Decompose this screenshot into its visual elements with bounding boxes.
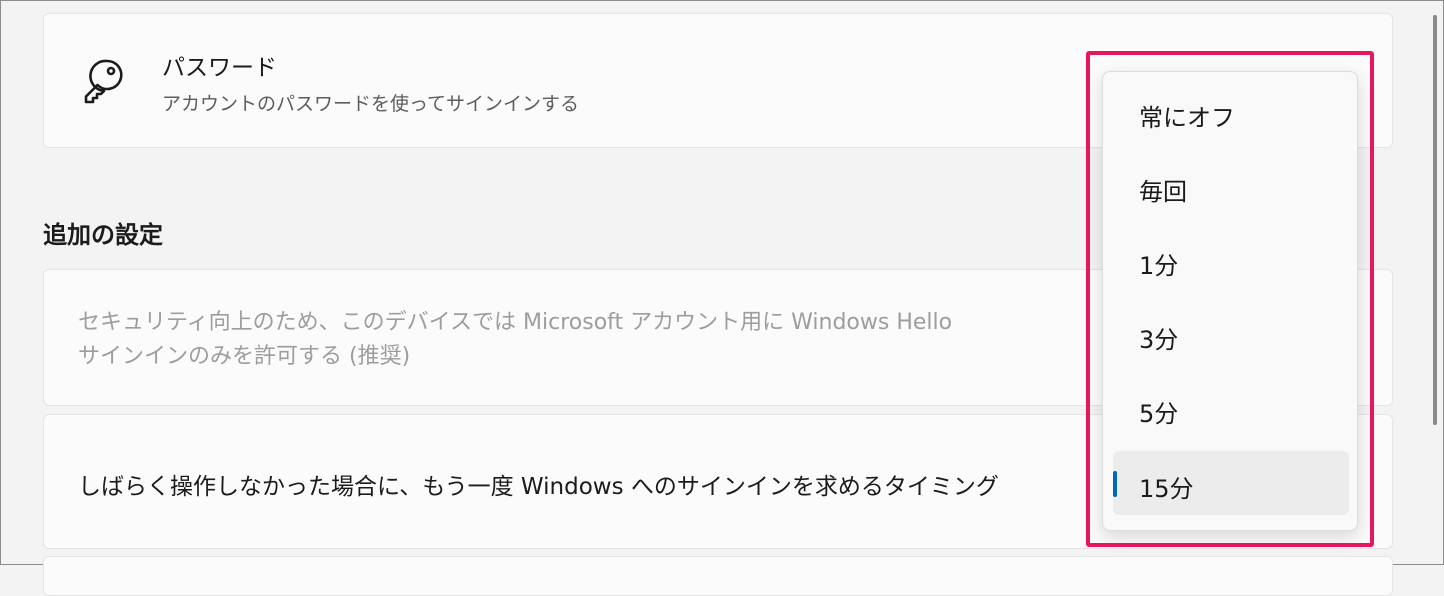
next-setting-card (43, 556, 1393, 596)
key-icon (84, 59, 123, 104)
password-title: パスワード (162, 55, 277, 81)
highlight-annotation (1086, 51, 1374, 547)
password-description: アカウントのパスワードを使ってサインインする (162, 93, 580, 115)
windows-hello-only-label: セキュリティ向上のため、このデバイスでは Microsoft アカウント用に W… (78, 310, 953, 369)
scrollbar[interactable] (1433, 15, 1437, 425)
signin-timing-label: しばらく操作しなかった場合に、もう一度 Windows へのサインインを求めるタ… (78, 474, 999, 500)
additional-settings-heading: 追加の設定 (43, 221, 163, 249)
